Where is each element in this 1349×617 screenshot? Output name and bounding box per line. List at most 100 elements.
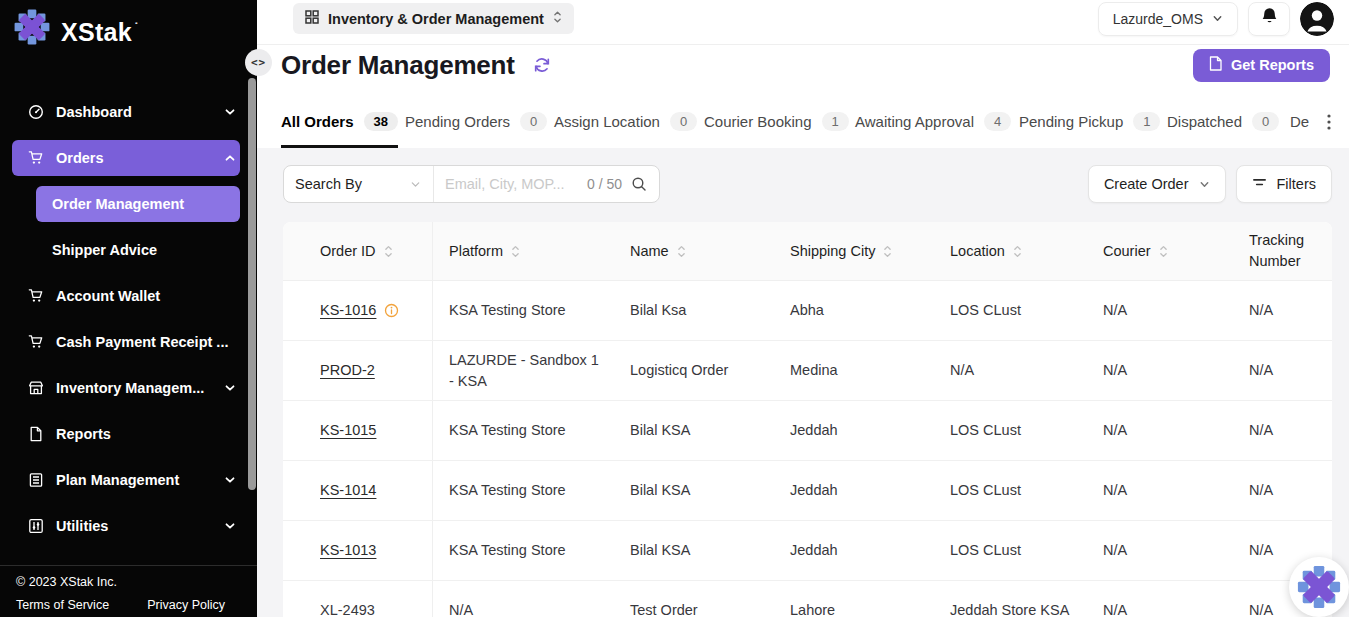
tab-count-badge: 1 <box>1133 112 1160 131</box>
sidebar-scrollbar[interactable] <box>248 78 256 490</box>
tab-label: Awaiting Approval <box>855 113 974 130</box>
avatar[interactable] <box>1300 2 1334 36</box>
cell-shipping-city: Jeddah <box>774 461 934 520</box>
page-title: Order Management <box>281 50 515 81</box>
privacy-link[interactable]: Privacy Policy <box>147 598 225 612</box>
orders-table: Order IDPlatformNameShipping CityLocatio… <box>283 222 1332 617</box>
cell-courier: N/A <box>1087 341 1233 400</box>
notifications-button[interactable] <box>1248 2 1290 36</box>
cell-order-id: PROD-2 <box>283 341 433 400</box>
workspace-selector[interactable]: Lazurde_OMS <box>1098 2 1238 36</box>
sidebar-item-orders[interactable]: Orders <box>12 140 240 176</box>
cell-shipping-city: Abha <box>774 281 934 340</box>
tabs-overflow-menu[interactable] <box>1323 110 1335 134</box>
get-reports-button[interactable]: Get Reports <box>1193 49 1330 82</box>
table-row-ks-1014: KS-1014KSA Testing StoreBilal KSAJeddahL… <box>283 461 1332 521</box>
tab-pending-pickup[interactable]: Pending Pickup1 <box>1019 95 1160 148</box>
tab-courier-booking[interactable]: Courier Booking 1 <box>704 95 849 148</box>
sidebar-item-label: Utilities <box>56 518 108 534</box>
xstak-floating-widget[interactable] <box>1289 557 1349 617</box>
main-area: Inventory & Order Management Lazurde_OMS… <box>257 0 1349 617</box>
filter-icon <box>1252 175 1267 193</box>
tab-count-badge: 1 <box>822 112 849 131</box>
sidebar-item-shipper-advice[interactable]: Shipper Advice <box>0 232 240 268</box>
refresh-icon[interactable] <box>533 56 551 74</box>
column-header-courier[interactable]: Courier <box>1087 222 1233 280</box>
sidebar-item-order-management[interactable]: Order Management <box>36 186 240 222</box>
table-row-xl-2493: XL-2493N/ATest OrderLahoreJeddah Store K… <box>283 581 1332 617</box>
xstak-logo-icon <box>13 8 51 50</box>
sidebar-item-label: Plan Management <box>56 472 179 488</box>
create-order-button[interactable]: Create Order <box>1088 165 1226 203</box>
order-id-link[interactable]: KS-1014 <box>320 480 376 501</box>
cell-location: LOS CLust <box>934 281 1087 340</box>
sidebar-item-cash-payment-receipt[interactable]: Cash Payment Receipt ... <box>0 324 240 360</box>
cell-tracking: N/A <box>1233 281 1332 340</box>
terms-link[interactable]: Terms of Service <box>16 598 109 612</box>
sidebar-item-account-wallet[interactable]: Account Wallet <box>0 278 240 314</box>
tab-assign-location[interactable]: Assign Location0 <box>554 95 697 148</box>
column-header-shipping-city[interactable]: Shipping City <box>774 222 934 280</box>
table-row-ks-1013: KS-1013KSA Testing StoreBilal KSAJeddahL… <box>283 521 1332 581</box>
tab-label: Courier Booking <box>704 113 812 130</box>
table-row-ks-1015: KS-1015KSA Testing StoreBilal KSAJeddahL… <box>283 401 1332 461</box>
sidebar-nav: Dashboard Orders Order Management Shipper A… <box>0 94 257 544</box>
app-switcher[interactable]: Inventory & Order Management <box>293 3 574 34</box>
sidebar-footer: © 2023 XStak Inc. Terms of Service Priva… <box>0 565 257 617</box>
cell-platform: KSA Testing Store <box>433 401 614 460</box>
tab-awaiting-approval[interactable]: Awaiting Approval4 <box>855 95 1011 148</box>
order-id-link[interactable]: KS-1015 <box>320 420 376 441</box>
sidebar-item-label: Dashboard <box>56 104 132 120</box>
search-input[interactable] <box>434 176 587 192</box>
sort-icon <box>1013 244 1022 259</box>
cell-name: Bilal Ksa <box>614 281 774 340</box>
tab-dispatched[interactable]: Dispatched0 <box>1167 95 1279 148</box>
document-icon <box>28 426 44 442</box>
column-header-order-id[interactable]: Order ID <box>283 222 433 280</box>
warning-icon[interactable] <box>384 303 399 318</box>
chevron-down-icon <box>224 474 236 486</box>
brand-logo[interactable]: XStak˙ <box>0 0 257 52</box>
column-header-tracking-number: Tracking Number <box>1233 222 1332 280</box>
sidebar-collapse-button[interactable]: <> <box>245 49 272 76</box>
column-header-name[interactable]: Name <box>614 222 774 280</box>
tab-label: Dispatched <box>1167 113 1242 130</box>
search-row: Search By 0 / 50 Create Order Filters <box>283 165 1332 203</box>
chevron-down-icon <box>224 520 236 532</box>
gauge-icon <box>28 104 44 120</box>
order-id-link[interactable]: PROD-2 <box>320 360 375 381</box>
cell-tracking: N/A <box>1233 401 1332 460</box>
search-icon[interactable] <box>631 176 647 192</box>
tabs-bar: All Orders38Pending Orders0Assign Locati… <box>257 95 1349 148</box>
tab-count-badge: 0 <box>520 112 547 131</box>
sidebar-item-label: Cash Payment Receipt ... <box>56 334 228 350</box>
store-icon <box>28 380 44 396</box>
bell-icon <box>1260 7 1279 30</box>
table-body: KS-1016 KSA Testing Store Bilal KsaAbhaLOS… <box>283 281 1332 617</box>
tab-de[interactable]: De <box>1290 95 1309 148</box>
cell-shipping-city: Jeddah <box>774 521 934 580</box>
brand-name: XStak˙ <box>61 8 139 52</box>
tab-pending-orders[interactable]: Pending Orders0 <box>405 95 547 148</box>
sidebar-item-label: Account Wallet <box>56 288 160 304</box>
column-header-platform[interactable]: Platform <box>433 222 614 280</box>
filters-button[interactable]: Filters <box>1236 165 1332 203</box>
sidebar-item-dashboard[interactable]: Dashboard <box>0 94 240 130</box>
order-id-link[interactable]: KS-1013 <box>320 540 376 561</box>
cell-name: Test Order <box>614 581 774 617</box>
sidebar-item-inventory-managem[interactable]: Inventory Managem... <box>0 370 240 406</box>
cell-courier: N/A <box>1087 281 1233 340</box>
order-id-link[interactable]: KS-1016 <box>320 300 376 321</box>
cell-location: N/A <box>934 341 1087 400</box>
sidebar-item-reports[interactable]: Reports <box>0 416 240 452</box>
cell-platform: KSA Testing Store <box>433 521 614 580</box>
sidebar-item-label: Order Management <box>52 196 184 212</box>
cell-name: Bilal KSA <box>614 401 774 460</box>
column-header-location[interactable]: Location <box>934 222 1087 280</box>
sidebar-item-plan-management[interactable]: Plan Management <box>0 462 240 498</box>
cell-shipping-city: Jeddah <box>774 401 934 460</box>
search-by-dropdown[interactable]: Search By <box>284 166 434 202</box>
sidebar-item-utilities[interactable]: Utilities <box>0 508 240 544</box>
sidebar: XStak˙ Dashboard Orders Order Management Sh… <box>0 0 257 617</box>
tab-all-orders[interactable]: All Orders38 <box>281 95 398 148</box>
